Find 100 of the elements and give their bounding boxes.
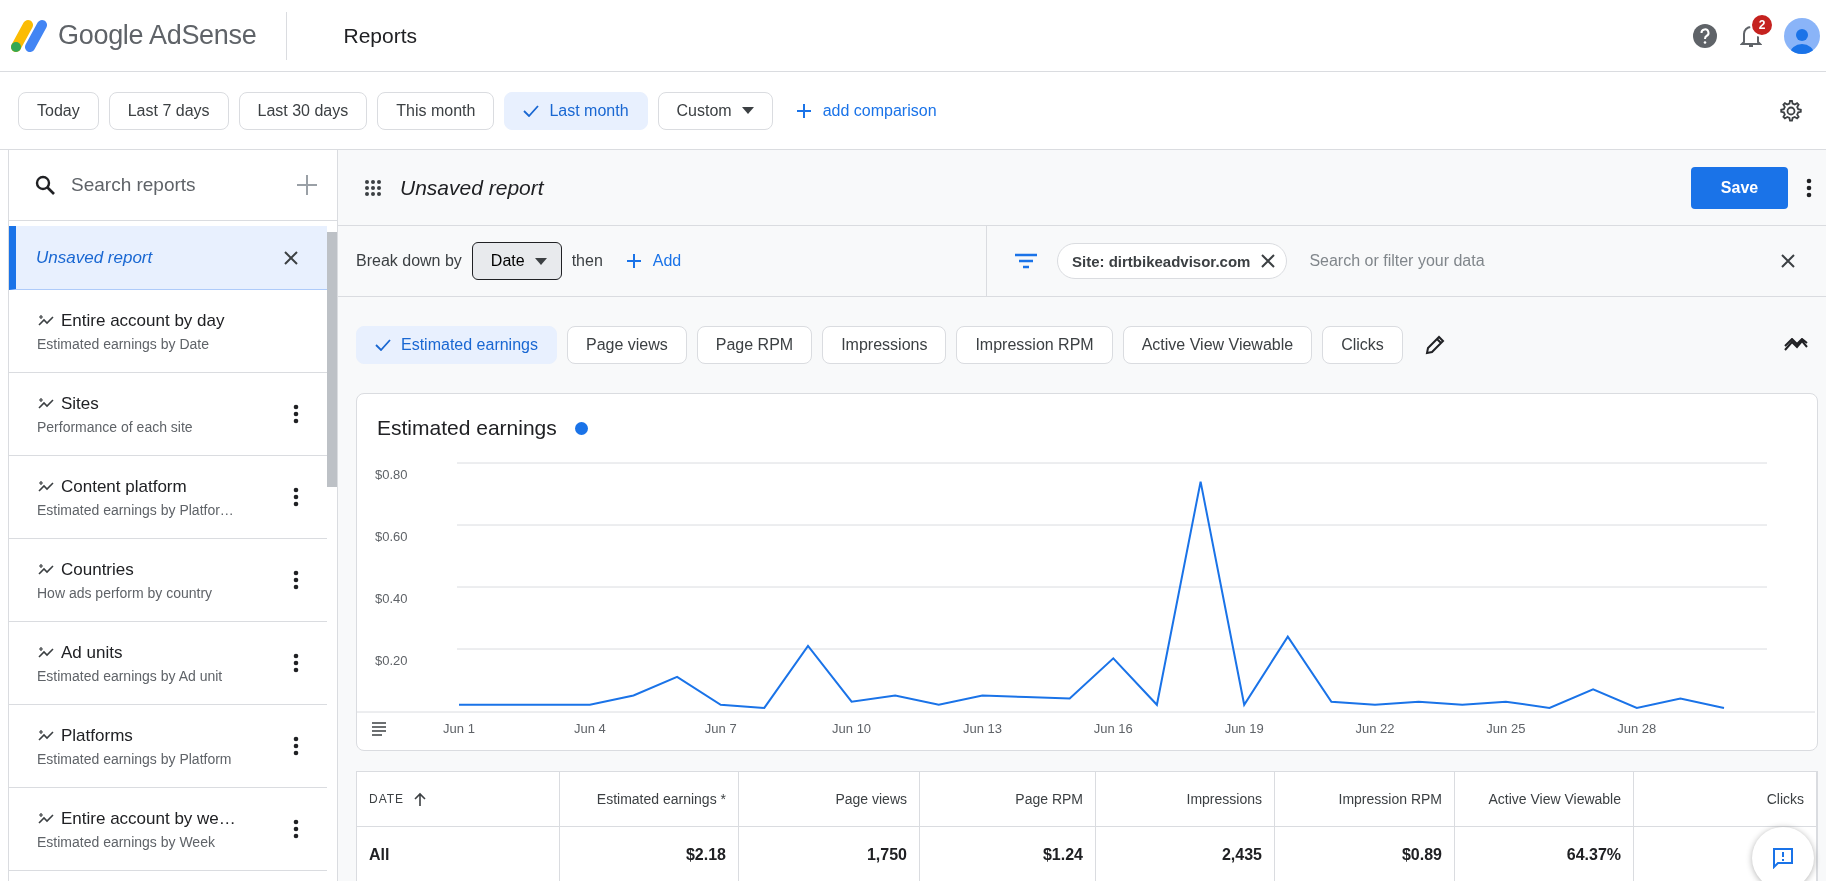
more-options-icon[interactable]: [293, 736, 299, 756]
report-subtitle: Estimated earnings by Platfor…: [37, 501, 235, 518]
chart-title: Estimated earnings: [377, 416, 557, 440]
save-button[interactable]: Save: [1691, 166, 1788, 209]
feedback-icon: [1772, 847, 1794, 869]
add-breakdown-link[interactable]: Add: [620, 251, 688, 271]
table-cell: 64.37%: [1455, 827, 1634, 881]
x-axis-label: Jun 13: [962, 721, 1002, 736]
column-header[interactable]: Active View Viewable: [1455, 772, 1634, 827]
search-reports-field[interactable]: Search reports: [69, 173, 283, 197]
x-axis-label: Jun 28: [1617, 721, 1657, 736]
add-comparison-link[interactable]: add comparison: [790, 100, 943, 121]
column-header[interactable]: Estimated earnings *: [560, 772, 739, 827]
edit-icon[interactable]: [1424, 335, 1445, 355]
report-subtitle: Estimated earnings by Date: [37, 335, 210, 352]
x-axis-label: Jun 16: [1093, 721, 1133, 736]
metric-chip[interactable]: Page RPM: [696, 326, 813, 364]
plus-icon: [796, 103, 811, 118]
table-cell: 1,750: [739, 827, 920, 881]
report-list-item[interactable]: Ad units Estimated earnings by Ad unit: [9, 622, 327, 705]
report-subtitle: Estimated earnings by Week: [37, 833, 216, 850]
column-header[interactable]: Page RPM: [920, 772, 1096, 827]
product-name: Google AdSense: [58, 20, 257, 51]
column-header[interactable]: Impressions: [1096, 772, 1275, 827]
column-header[interactable]: DATE: [357, 772, 560, 827]
table-cell: $2.18: [560, 827, 739, 881]
metric-chip[interactable]: Impressions: [822, 326, 947, 364]
remove-filter-icon[interactable]: [1260, 253, 1277, 269]
help-icon[interactable]: [1692, 22, 1718, 49]
date-range-chip[interactable]: Last 7 days: [108, 91, 229, 130]
filter-icon[interactable]: [1015, 253, 1037, 269]
report-list-item[interactable]: Content platform Estimated earnings by Platfor…: [9, 456, 327, 539]
report-title: Platforms: [61, 725, 133, 746]
report-subtitle: Estimated earnings by Ad unit: [37, 667, 224, 684]
breakdown-dropdown[interactable]: Date: [471, 242, 562, 280]
page-title: Reports: [343, 23, 417, 48]
date-range-chip[interactable]: Today: [18, 91, 99, 130]
table-cell: 2,435: [1096, 827, 1275, 881]
column-header[interactable]: Impression RPM: [1275, 772, 1455, 827]
filter-chip[interactable]: Site: dirtbikeadvisor.com: [1057, 243, 1288, 279]
sparkle-trend-icon: [37, 396, 55, 411]
report-title: Sites: [61, 393, 99, 414]
plus-icon: [626, 254, 641, 268]
x-axis-label: Jun 7: [704, 721, 737, 736]
notification-badge: 2: [1750, 12, 1774, 37]
report-list-item[interactable]: Countries How ads perform by country: [9, 539, 327, 622]
report-subtitle: How ads perform by country: [37, 584, 214, 601]
legend-toggle-icon[interactable]: [371, 722, 387, 736]
date-range-chip[interactable]: Last month: [504, 91, 648, 130]
more-options-icon[interactable]: [293, 487, 299, 507]
legend-dot: [574, 421, 588, 435]
avatar[interactable]: [1784, 17, 1820, 54]
apps-grid-icon[interactable]: [364, 178, 382, 197]
x-axis-label: Jun 22: [1355, 721, 1395, 736]
metric-chip[interactable]: Page views: [566, 326, 687, 364]
close-icon[interactable]: [1780, 253, 1796, 269]
trend-icon[interactable]: [1784, 338, 1808, 352]
metric-chip[interactable]: Estimated earnings: [356, 326, 557, 364]
metric-chip[interactable]: Impression RPM: [956, 326, 1113, 364]
column-header[interactable]: Page views: [739, 772, 920, 827]
sparkle-trend-icon: [37, 728, 55, 743]
breakdown-label: Break down by: [356, 252, 462, 270]
date-range-dropdown[interactable]: Custom: [657, 91, 773, 130]
report-subtitle: Performance of each site: [37, 418, 194, 435]
column-header[interactable]: Clicks: [1634, 772, 1817, 827]
report-list-item[interactable]: Platforms Estimated earnings by Platform: [9, 705, 327, 788]
table-cell: $1.24: [920, 827, 1096, 881]
metric-chip[interactable]: Clicks: [1322, 326, 1403, 364]
more-options-icon[interactable]: [1806, 177, 1812, 198]
caret-icon: [741, 107, 754, 114]
report-title: Entire account by we…: [61, 808, 236, 829]
then-label: then: [571, 252, 603, 270]
x-axis-label: Jun 25: [1486, 721, 1526, 736]
sparkle-trend-icon: [37, 479, 55, 494]
settings-icon[interactable]: [1778, 98, 1802, 123]
y-axis-label: $0.60: [375, 529, 408, 544]
sparkle-trend-icon: [37, 313, 55, 328]
report-title: Countries: [61, 559, 134, 580]
check-icon: [523, 104, 540, 117]
date-range-chip[interactable]: This month: [377, 91, 495, 130]
more-options-icon[interactable]: [293, 404, 299, 424]
report-title: Unsaved report: [36, 247, 154, 268]
x-axis-label: Jun 19: [1224, 721, 1264, 736]
report-list-item[interactable]: Entire account by we… Estimated earnings by Week: [9, 788, 327, 871]
check-icon: [375, 339, 391, 351]
report-list-item[interactable]: Unsaved report: [9, 226, 327, 290]
more-options-icon[interactable]: [293, 570, 299, 590]
scrollbar-thumb[interactable]: [327, 232, 337, 487]
report-title: Content platform: [61, 476, 187, 497]
filter-search-field[interactable]: Search or filter your data: [1307, 251, 1760, 271]
more-options-icon[interactable]: [293, 819, 299, 839]
report-title: Entire account by day: [61, 310, 225, 331]
y-axis-label: $0.20: [375, 653, 408, 668]
y-axis-label: $0.40: [375, 591, 408, 606]
metric-chip[interactable]: Active View Viewable: [1122, 326, 1313, 364]
y-axis-label: $0.80: [375, 467, 408, 482]
add-icon[interactable]: [297, 175, 317, 195]
more-options-icon[interactable]: [293, 653, 299, 673]
close-icon[interactable]: [283, 249, 299, 266]
date-range-chip[interactable]: Last 30 days: [238, 91, 368, 130]
